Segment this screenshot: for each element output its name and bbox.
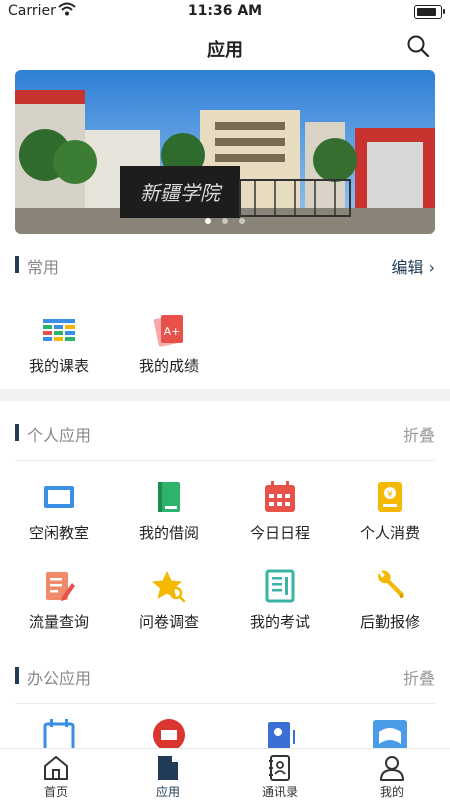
tab-label: 应用 (155, 785, 180, 799)
exam-icon (265, 569, 295, 603)
app-office-contacts[interactable] (224, 718, 336, 748)
personal-section-title: 个人应用 (27, 426, 92, 445)
common-section-title: 常用 (27, 258, 60, 277)
common-section-header: 常用 编辑 › (15, 253, 435, 277)
campus-sign-text: 新疆学院 (140, 181, 223, 205)
tab-apps[interactable]: 应用 (112, 749, 224, 801)
timetable-icon (43, 319, 75, 341)
campus-banner[interactable]: 新疆学院 (15, 70, 435, 234)
carousel-dots[interactable] (15, 209, 435, 228)
nav-bar: 应用 (0, 26, 450, 66)
tab-home[interactable]: 首页 (0, 749, 112, 801)
profile-icon (380, 756, 404, 781)
classroom-icon (44, 486, 74, 508)
office-section-header: 办公应用 折叠 (15, 664, 435, 688)
tab-label: 我的 (379, 785, 404, 799)
app-label: 流量查询 (28, 613, 89, 631)
svg-text:¥: ¥ (387, 490, 393, 500)
section-marker (15, 424, 19, 441)
battery-icon (414, 5, 445, 19)
app-label: 我的考试 (249, 613, 310, 631)
calendar-icon (265, 481, 295, 512)
collapse-office-button[interactable]: 折叠 (403, 665, 435, 689)
app-survey[interactable]: 问卷调查 (113, 569, 225, 641)
tab-contacts[interactable]: 通讯录 (224, 749, 336, 801)
carousel-dot[interactable] (239, 218, 246, 224)
library-icon (373, 720, 407, 748)
mail-icon (153, 719, 185, 748)
section-marker (15, 667, 19, 684)
app-spending[interactable]: ¥ 个人消费 (334, 480, 446, 552)
tab-profile[interactable]: 我的 (336, 749, 448, 801)
survey-icon (152, 571, 186, 603)
app-label: 我的借阅 (138, 524, 199, 542)
app-grades[interactable]: A+ 我的成绩 (113, 313, 225, 385)
grade-icon: A+ (153, 315, 183, 347)
app-repair[interactable]: 后勤报修 (334, 569, 446, 641)
app-today-schedule[interactable]: 今日日程 (224, 480, 336, 552)
app-label: 今日日程 (249, 524, 310, 542)
book-icon (158, 482, 180, 512)
personal-section-header: 个人应用 折叠 (15, 421, 435, 445)
status-bar: Carrier 11:36 AM (0, 0, 450, 24)
tab-label: 通讯录 (261, 785, 298, 799)
divider (15, 703, 435, 704)
wallet-icon: ¥ (378, 482, 402, 512)
app-borrowing[interactable]: 我的借阅 (113, 480, 225, 552)
app-label: 后勤报修 (359, 613, 420, 631)
carousel-dot[interactable] (222, 218, 228, 224)
edit-button[interactable]: 编辑 › (392, 254, 436, 278)
app-office-library[interactable] (334, 718, 446, 748)
office-section-title: 办公应用 (27, 669, 92, 688)
schedule-icon (43, 719, 75, 748)
app-free-classroom[interactable]: 空闲教室 (3, 480, 115, 552)
traffic-icon (46, 572, 75, 601)
app-label: 空闲教室 (28, 524, 89, 542)
section-marker (15, 256, 19, 273)
svg-text:A+: A+ (164, 325, 181, 338)
divider (15, 460, 435, 461)
app-my-exam[interactable]: 我的考试 (224, 569, 336, 641)
apps-icon (158, 756, 178, 780)
home-icon (44, 756, 68, 780)
contact-card-icon (268, 722, 295, 748)
app-office-mail[interactable] (113, 718, 225, 748)
app-label: 问卷调查 (138, 613, 199, 631)
page-title: 应用 (207, 40, 243, 61)
carousel-dot[interactable] (204, 218, 211, 224)
clock: 11:36 AM (187, 3, 263, 19)
tab-bar: 首页 应用 通讯录 我的 (0, 748, 450, 801)
app-label: 我的课表 (28, 357, 89, 375)
wrench-icon (378, 570, 404, 598)
contacts-icon (269, 755, 290, 781)
app-traffic-query[interactable]: 流量查询 (3, 569, 115, 641)
tab-label: 首页 (43, 785, 68, 799)
section-gap (0, 389, 450, 401)
app-label: 个人消费 (359, 524, 420, 542)
collapse-personal-button[interactable]: 折叠 (403, 422, 435, 446)
search-icon[interactable] (406, 34, 430, 58)
app-office-schedule[interactable] (3, 718, 115, 748)
app-timetable[interactable]: 我的课表 (3, 313, 115, 385)
app-label: 我的成绩 (138, 357, 199, 375)
